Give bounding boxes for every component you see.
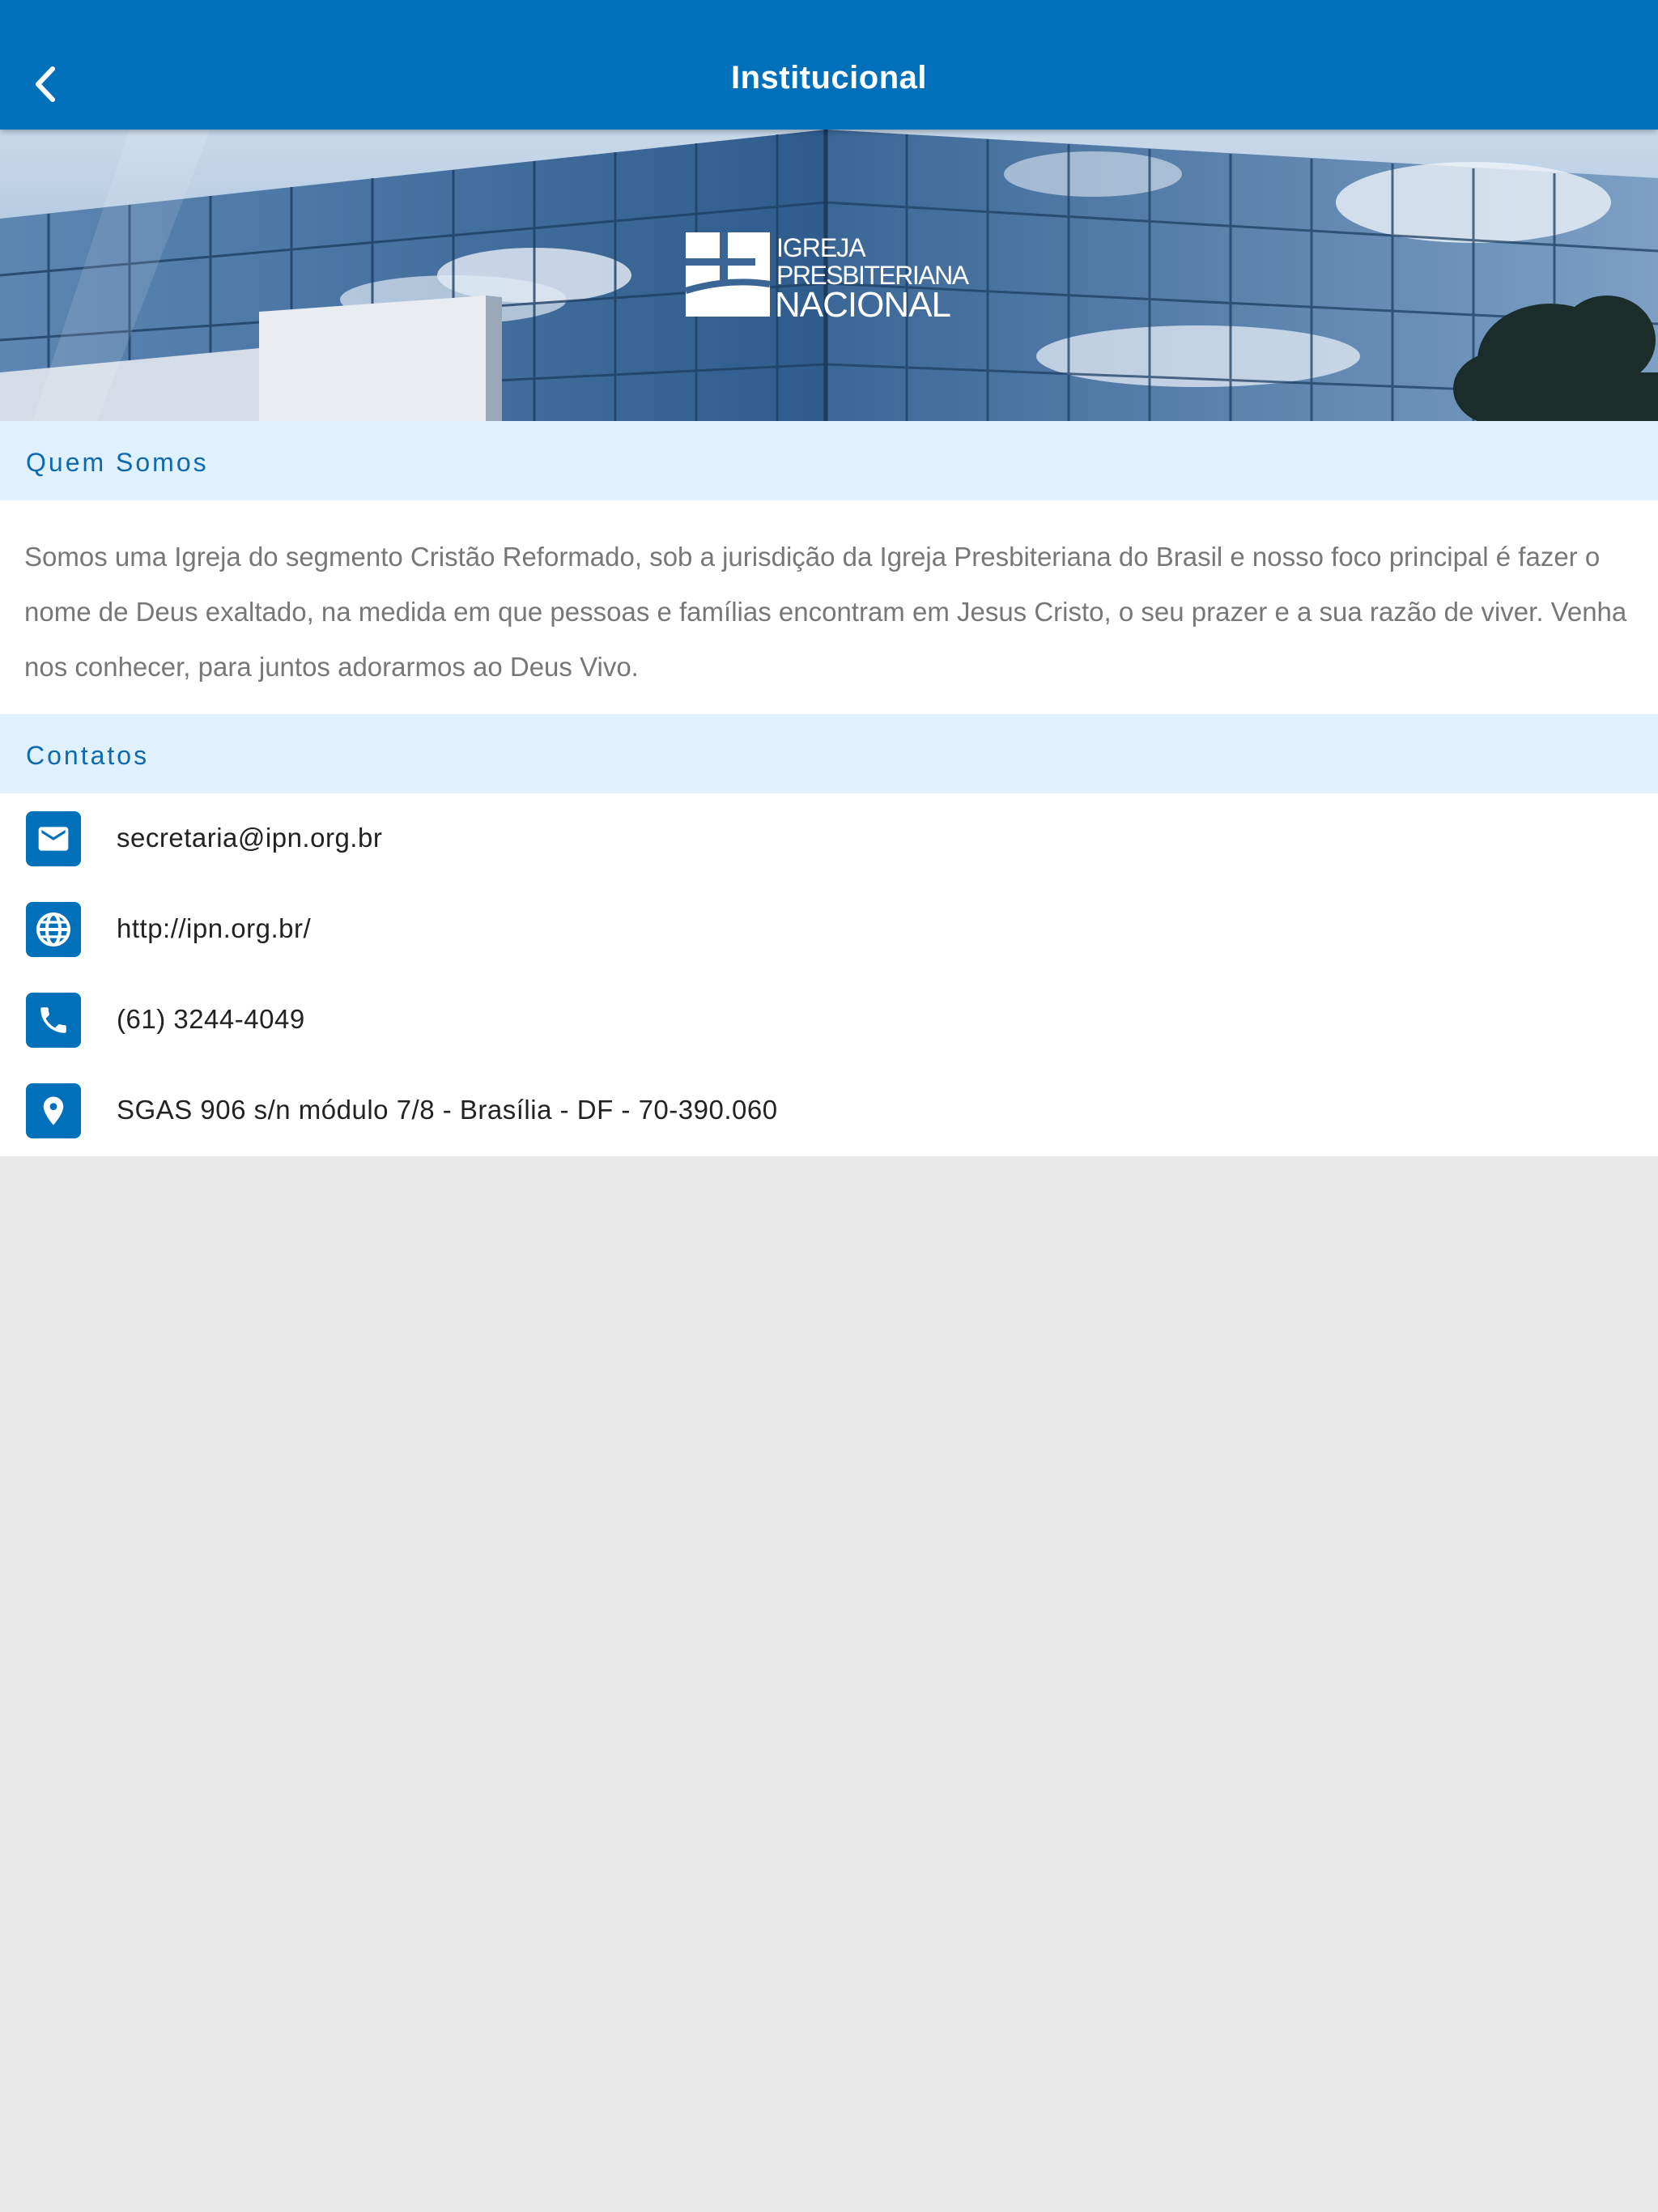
contact-email-text: secretaria@ipn.org.br	[117, 823, 383, 853]
contacts-list: secretaria@ipn.org.br http://ipn.org.br/…	[0, 793, 1658, 1156]
contact-address-text: SGAS 906 s/n módulo 7/8 - Brasília - DF …	[117, 1095, 778, 1125]
hero-banner-image: IGREJA PRESBITERIANA NACIONAL	[0, 130, 1658, 421]
contact-phone-row[interactable]: (61) 3244-4049	[0, 975, 1658, 1066]
email-icon	[26, 811, 81, 866]
section-title-about: Quem Somos	[26, 448, 209, 477]
about-text: Somos uma Igreja do segmento Cristão Ref…	[24, 542, 1627, 682]
contact-phone-text: (61) 3244-4049	[117, 1004, 305, 1034]
section-title-contacts: Contatos	[26, 741, 150, 770]
contact-address-row[interactable]: SGAS 906 s/n módulo 7/8 - Brasília - DF …	[0, 1066, 1658, 1156]
navbar: Institucional	[0, 0, 1658, 130]
contact-email-row[interactable]: secretaria@ipn.org.br	[0, 793, 1658, 884]
about-section: Somos uma Igreja do segmento Cristão Ref…	[0, 500, 1658, 714]
contact-website-row[interactable]: http://ipn.org.br/	[0, 884, 1658, 975]
globe-icon	[26, 902, 81, 957]
section-header-contacts: Contatos	[0, 714, 1658, 793]
phone-icon	[26, 993, 81, 1048]
page-title: Institucional	[730, 60, 928, 96]
location-pin-icon	[26, 1083, 81, 1138]
section-header-about: Quem Somos	[0, 421, 1658, 500]
logo-line-1: IGREJA	[776, 233, 866, 262]
church-logo: IGREJA PRESBITERIANA NACIONAL	[684, 231, 976, 320]
logo-line-3: NACIONAL	[775, 285, 950, 320]
contact-website-text: http://ipn.org.br/	[117, 913, 312, 943]
